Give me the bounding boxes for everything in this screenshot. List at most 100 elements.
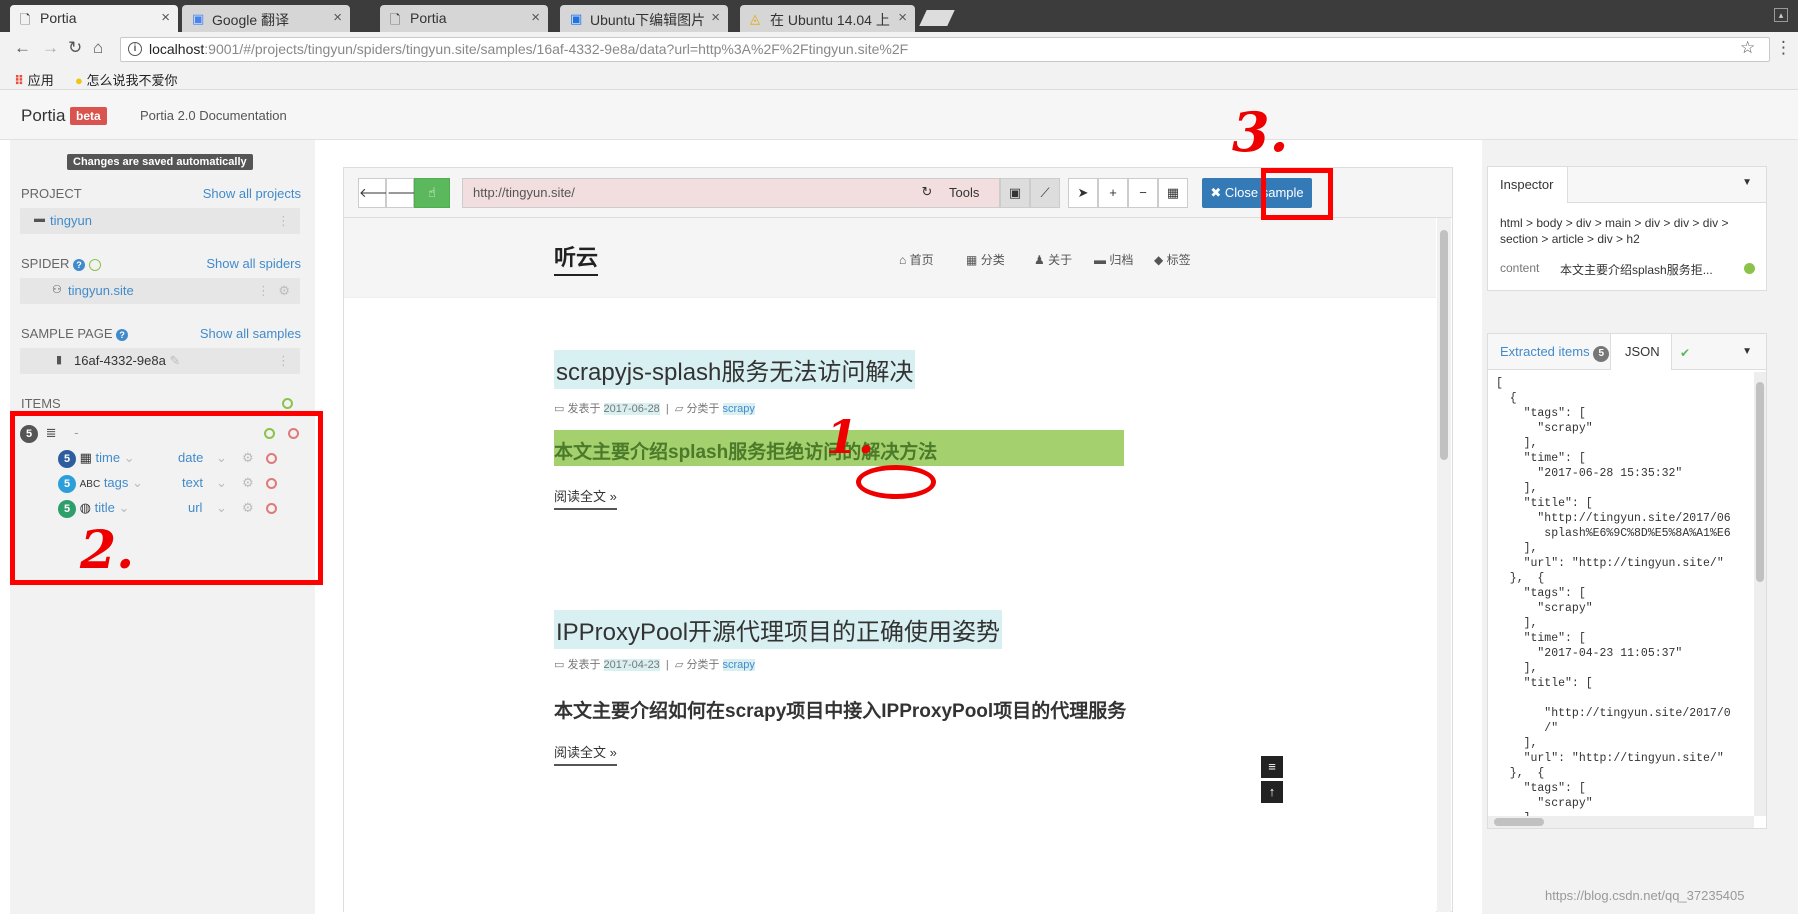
browser-tab-ubuntu-1404[interactable]: ◬ 在 Ubuntu 14.04 上 × (740, 5, 915, 32)
calendar-icon: ▭ (554, 403, 565, 415)
scrollbar-thumb[interactable] (1440, 230, 1448, 460)
close-icon[interactable]: × (711, 9, 720, 26)
back-to-top-icon[interactable]: ↑ (1261, 781, 1283, 803)
back-icon[interactable]: 🡐 (358, 178, 394, 208)
reload-icon[interactable]: ↻ (912, 178, 942, 208)
caret-down-icon[interactable]: ▼ (1742, 346, 1752, 357)
forward-icon[interactable]: → (42, 38, 59, 58)
page-icon: 🗋 (20, 12, 31, 27)
portia-header: Portia beta Portia 2.0 Documentation (0, 90, 1798, 140)
interaction-mode-icon[interactable]: ☝ (414, 178, 450, 208)
bookmark-item[interactable]: ● 怎么说我不爱你 (75, 70, 178, 89)
preview-scrollbar[interactable] (1437, 218, 1451, 912)
nav-archive[interactable]: ▬ 归档 (1094, 251, 1133, 268)
close-icon[interactable]: × (531, 9, 540, 26)
read-more-link[interactable]: 阅读全文 » (554, 486, 617, 510)
more-options-icon[interactable]: ⋮ (257, 283, 270, 299)
show-all-projects-link[interactable]: Show all projects (203, 186, 301, 201)
more-options-icon[interactable]: ⋮ (277, 213, 290, 229)
post-title[interactable]: scrapyjs-splash服务无法访问解决 (554, 350, 916, 389)
more-options-icon[interactable]: ⋮ (277, 353, 290, 369)
info-icon[interactable]: i (128, 42, 142, 56)
css-selector-icon[interactable]: ▣ (1000, 178, 1030, 208)
url-input[interactable]: i localhost:9001/#/projects/tingyun/spid… (120, 37, 1770, 62)
json-scrollbar[interactable] (1754, 372, 1766, 816)
close-icon[interactable]: × (161, 9, 170, 26)
window-control-icon[interactable]: ▴ (1774, 8, 1788, 22)
url-path: :9001/#/projects/tingyun/spiders/tingyun… (204, 41, 909, 57)
back-icon[interactable]: ← (14, 38, 31, 58)
scrollbar-thumb[interactable] (1756, 382, 1764, 582)
help-icon[interactable]: ? (116, 328, 129, 341)
documentation-link[interactable]: Portia 2.0 Documentation (140, 108, 287, 123)
bookmark-star-icon[interactable]: ☆ (1740, 38, 1755, 58)
menu-icon[interactable]: ≡ (1261, 756, 1283, 778)
bookmark-apps[interactable]: ⠿ 应用 (14, 70, 54, 89)
portia-logo[interactable]: Portia (21, 106, 65, 126)
folder-icon: ▱ (674, 403, 684, 415)
gear-icon[interactable]: ⚙ (278, 283, 290, 299)
remove-annotation-icon[interactable]: − (1128, 178, 1158, 208)
browser-tab-portia[interactable]: 🗋 Portia × (10, 5, 178, 32)
browser-tab-bar: 🗋 Portia × ▣ Google 翻译 × 🗋 Portia × ▣ Ub… (0, 0, 1798, 32)
add-annotation-icon[interactable]: + (1098, 178, 1128, 208)
annotation-label-1: 1. (826, 410, 875, 464)
help-icon[interactable]: ? (73, 258, 86, 271)
nav-category[interactable]: ▦ 分类 (966, 251, 1005, 268)
browser-tab-google-translate[interactable]: ▣ Google 翻译 × (182, 5, 350, 32)
close-icon[interactable]: × (898, 9, 907, 26)
extracted-count-badge: 5 (1593, 346, 1610, 362)
url-host: localhost (149, 41, 205, 57)
nav-about[interactable]: ♟ 关于 (1034, 251, 1072, 268)
folder-icon: ▬ (34, 213, 45, 225)
browser-frame: 🡐 🡒 ☝ http://tingyun.site/ ↻ Tools ▣ ⟋ ➤… (343, 167, 1453, 912)
linux-icon: ◬ (750, 11, 760, 26)
browser-tab-portia-2[interactable]: 🗋 Portia × (380, 5, 548, 32)
nav-home[interactable]: ⌂ 首页 (899, 251, 934, 268)
tab-title: Portia (410, 10, 447, 26)
project-label: PROJECT (21, 186, 82, 201)
tab-extracted-items[interactable]: Extracted items 5 (1500, 334, 1610, 370)
select-pointer-icon[interactable]: ➤ (1068, 178, 1098, 208)
browser-tab-ubuntu-edit[interactable]: ▣ Ubuntu下编辑图片 × (560, 5, 728, 32)
grid-view-icon[interactable]: ▦ (1158, 178, 1188, 208)
post-meta: ▭ 发表于 2017-06-28 | ▱ 分类于 scrapy (554, 403, 755, 415)
read-more-link[interactable]: 阅读全文 » (554, 742, 617, 766)
show-all-samples-link[interactable]: Show all samples (200, 326, 301, 341)
scrollbar-thumb[interactable] (1494, 818, 1544, 826)
nav-tags[interactable]: ◆ 标签 (1154, 251, 1191, 268)
home-icon[interactable]: ⌂ (93, 38, 103, 58)
pencil-icon[interactable]: ✎ (169, 353, 180, 368)
spider-selector[interactable]: ⚇ tingyun.site ⋮ ⚙ (20, 278, 300, 304)
browser-menu-icon[interactable]: ⋮ (1775, 38, 1792, 58)
tools-label: Tools (949, 185, 980, 200)
annotation-label-2: 2. (80, 520, 135, 581)
home-icon: ⌂ (899, 253, 907, 267)
sample-editor: 🡐 🡒 ☝ http://tingyun.site/ ↻ Tools ▣ ⟋ ➤… (315, 140, 1482, 914)
add-item-icon[interactable] (282, 398, 293, 409)
inspector-title[interactable]: Inspector (1488, 167, 1568, 203)
show-all-spiders-link[interactable]: Show all spiders (206, 256, 301, 271)
add-spider-icon[interactable] (88, 258, 101, 271)
inspector-sidebar: Inspector ▼ html > body > div > main > d… (1482, 140, 1798, 914)
add-annotation-icon[interactable] (1744, 263, 1755, 274)
post-desc[interactable]: 本文主要介绍如何在scrapy项目中接入IPProxyPool项目的代理服务 (554, 696, 1126, 723)
element-path: html > body > div > main > div > div > d… (1500, 216, 1729, 246)
reload-icon[interactable]: ↻ (68, 38, 82, 58)
new-tab-button[interactable] (919, 10, 955, 26)
close-icon[interactable]: × (333, 9, 342, 26)
json-output: [ { "tags": [ "scrapy" ], "time": [ "201… (1496, 377, 1731, 816)
post-title[interactable]: IPProxyPool开源代理项目的正确使用姿势 (554, 610, 1003, 649)
forward-icon[interactable]: 🡒 (386, 178, 422, 208)
site-logo[interactable]: 听云 (554, 240, 599, 276)
tab-json[interactable]: JSON (1610, 334, 1672, 370)
caret-down-icon[interactable]: ▼ (1742, 177, 1752, 188)
project-selector[interactable]: ▬ tingyun ⋮ (20, 208, 300, 234)
apps-grid-icon: ⠿ (14, 73, 25, 88)
extracted-items-panel: Extracted items 5 JSON ✔ ▼ [ { "tags": [… (1487, 333, 1767, 829)
sample-selector[interactable]: ▮ 16af-4332-9e8a ✎ ⋮ (20, 348, 300, 374)
json-hscrollbar[interactable] (1488, 816, 1754, 828)
ubuntu-icon: ▣ (570, 11, 583, 26)
magic-wand-icon[interactable]: ⟋ (1030, 178, 1060, 208)
tag-icon: ◆ (1154, 253, 1164, 267)
